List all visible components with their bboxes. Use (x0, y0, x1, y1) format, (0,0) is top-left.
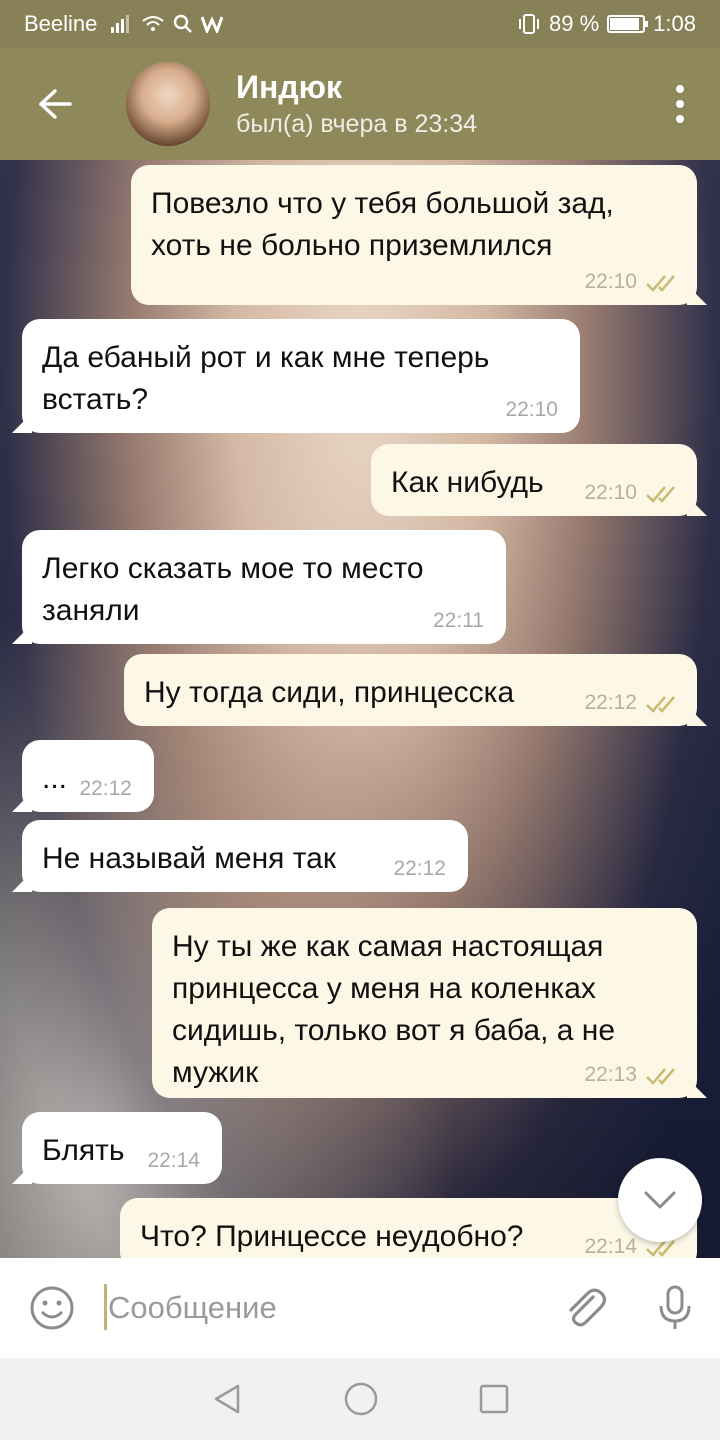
text-caret (104, 1284, 107, 1330)
search-icon (174, 14, 193, 33)
message-time: 22:11 (433, 609, 484, 632)
double-check-icon (646, 486, 675, 503)
battery-percent: 89 % (549, 11, 600, 36)
message-text: Не называй меня так (42, 842, 336, 875)
status-bar: Beeline 89 % 1:08 (0, 0, 720, 48)
attach-button[interactable] (540, 1285, 630, 1331)
back-button[interactable] (0, 48, 110, 160)
emoji-icon (30, 1286, 74, 1330)
system-nav-bar (0, 1358, 720, 1440)
clock: 1:08 (653, 11, 696, 36)
message-bubble[interactable]: Легко сказать мое то место заняли 22:11 (22, 530, 506, 644)
message-time: 22:10 (505, 398, 558, 421)
message-text: Блять (42, 1134, 125, 1167)
signal-icon (111, 15, 130, 33)
more-vert-icon[interactable] (640, 48, 720, 160)
chat-area[interactable]: Повезло что у тебя большой зад, хоть не … (0, 160, 720, 1258)
double-check-icon (646, 696, 675, 713)
message-text: ... (42, 762, 68, 795)
message-time: 22:10 (584, 270, 637, 293)
message-bubble[interactable]: Повезло что у тебя большой зад, хоть не … (131, 165, 697, 305)
message-placeholder: Сообщение (108, 1290, 277, 1325)
message-time: 22:14 (584, 1235, 637, 1258)
app-notification-icon (201, 16, 224, 33)
scroll-down-button[interactable] (618, 1158, 702, 1242)
nav-back-icon[interactable] (210, 1382, 244, 1416)
message-text: Повезло что у тебя большой зад, хоть не … (151, 187, 614, 262)
message-bubble[interactable]: Что? Принцессе неудобно? 22:14 (120, 1198, 697, 1258)
message-text: Да ебаный рот и как мне теперь встать? (42, 341, 490, 416)
message-text: Ну тогда сиди, принцесска (144, 676, 515, 709)
double-check-icon (646, 275, 675, 292)
double-check-icon (646, 1068, 675, 1085)
carrier-label: Beeline (24, 11, 98, 36)
voice-button[interactable] (630, 1284, 720, 1332)
chat-header: Индюк был(а) вчера в 23:34 (0, 48, 720, 160)
nav-recents-icon[interactable] (478, 1383, 510, 1415)
avatar[interactable] (126, 62, 210, 146)
vibrate-icon (519, 14, 540, 34)
message-input[interactable]: Сообщение (104, 1284, 540, 1330)
message-text: Что? Принцессе неудобно? (140, 1220, 524, 1253)
message-bubble[interactable]: Да ебаный рот и как мне теперь встать? 2… (22, 319, 580, 433)
message-bubble[interactable]: Ну ты же как самая настоящая принцесса у… (152, 908, 697, 1098)
message-time: 22:13 (584, 1063, 637, 1086)
chat-title: Индюк (236, 69, 342, 105)
message-text: Легко сказать мое то место заняли (42, 552, 424, 627)
message-time: 22:12 (79, 777, 132, 800)
status-icons (111, 14, 224, 34)
message-bubble[interactable]: Ну тогда сиди, принцесска 22:12 (124, 654, 697, 726)
message-bubble[interactable]: Блять 22:14 (22, 1112, 222, 1184)
message-time: 22:12 (393, 857, 446, 880)
chevron-down-icon (644, 1191, 676, 1209)
emoji-button[interactable] (0, 1285, 104, 1331)
message-text: Как нибудь (391, 466, 544, 499)
battery-icon (607, 15, 649, 33)
last-seen: был(а) вчера в 23:34 (236, 110, 478, 138)
message-text: Ну ты же как самая настоящая принцесса у… (172, 930, 616, 1089)
back-arrow-icon (39, 89, 72, 119)
composer: Сообщение (0, 1258, 720, 1358)
mic-icon (659, 1285, 691, 1329)
message-time: 22:10 (584, 481, 637, 504)
message-time: 22:14 (147, 1149, 200, 1172)
attach-icon (569, 1288, 607, 1327)
message-time: 22:12 (584, 691, 637, 714)
battery-fill (610, 18, 639, 30)
message-bubble[interactable]: Как нибудь 22:10 (371, 444, 697, 516)
status-right: 89 % 1:08 (517, 11, 696, 37)
nav-home-icon[interactable] (343, 1381, 379, 1417)
message-bubble[interactable]: ... 22:12 (22, 740, 154, 812)
wifi-icon (142, 16, 165, 31)
chat-title-block[interactable]: Индюк был(а) вчера в 23:34 (236, 67, 640, 141)
message-bubble[interactable]: Не называй меня так 22:12 (22, 820, 468, 892)
